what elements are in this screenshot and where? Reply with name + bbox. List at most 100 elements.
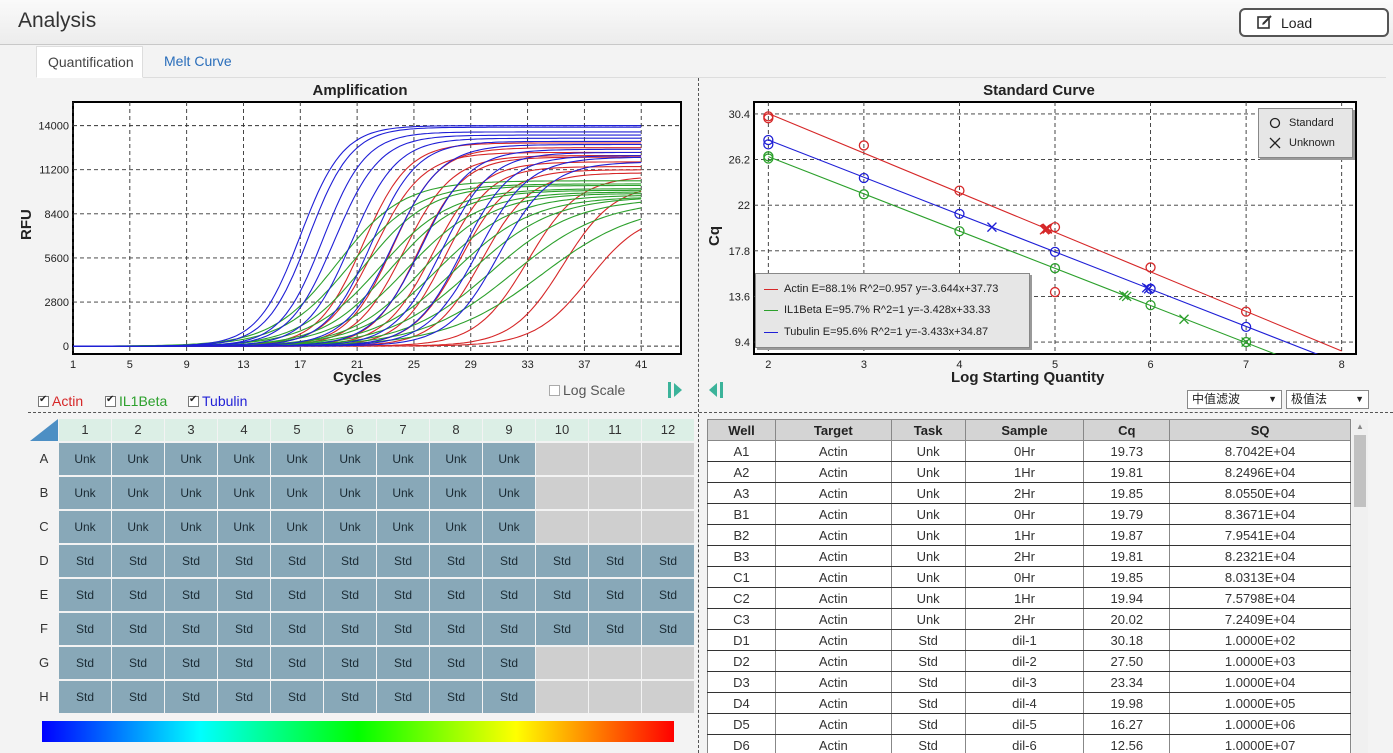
plate-well[interactable]: Std xyxy=(271,681,323,713)
table-row[interactable]: D4 Actin Std dil-4 19.98 1.0000E+05 xyxy=(707,692,1351,714)
plate-well[interactable]: Unk xyxy=(483,477,535,509)
plate-well[interactable]: Unk xyxy=(430,511,482,543)
plate-column-header[interactable]: 4 xyxy=(218,419,270,441)
plate-row-header[interactable]: E xyxy=(30,579,58,611)
actin-checkbox[interactable] xyxy=(38,394,49,407)
plate-column-header[interactable]: 10 xyxy=(536,419,588,441)
col-header-sample[interactable]: Sample xyxy=(964,419,1085,441)
plate-well[interactable] xyxy=(589,681,641,713)
method-select[interactable]: 极值法 ▼ xyxy=(1286,390,1369,409)
plate-well[interactable]: Std xyxy=(112,681,164,713)
plate-well[interactable]: Unk xyxy=(218,511,270,543)
plate-well[interactable]: Std xyxy=(324,681,376,713)
col-header-sq[interactable]: SQ xyxy=(1169,419,1351,441)
plate-row-header[interactable]: C xyxy=(30,511,58,543)
table-row[interactable]: D1 Actin Std dil-1 30.18 1.0000E+02 xyxy=(707,629,1351,651)
plate-well[interactable]: Unk xyxy=(165,511,217,543)
results-scrollbar[interactable]: ▲ xyxy=(1352,419,1368,753)
plate-well[interactable]: Std xyxy=(165,579,217,611)
plate-well[interactable]: Std xyxy=(483,681,535,713)
plate-well[interactable]: Unk xyxy=(324,477,376,509)
plate-row-header[interactable]: D xyxy=(30,545,58,577)
plate-well[interactable]: Std xyxy=(165,613,217,645)
col-header-cq[interactable]: Cq xyxy=(1083,419,1171,441)
col-header-well[interactable]: Well xyxy=(707,419,776,441)
plate-well[interactable]: Std xyxy=(112,647,164,679)
plate-well[interactable]: Std xyxy=(59,545,111,577)
plate-well[interactable]: Unk xyxy=(59,511,111,543)
plate-well[interactable]: Unk xyxy=(59,443,111,475)
table-row[interactable]: B2 Actin Unk 1Hr 19.87 7.9541E+04 xyxy=(707,524,1351,546)
plate-well[interactable]: Std xyxy=(271,579,323,611)
plate-well[interactable]: Std xyxy=(324,545,376,577)
plate-well[interactable]: Unk xyxy=(324,443,376,475)
table-row[interactable]: A3 Actin Unk 2Hr 19.85 8.0550E+04 xyxy=(707,482,1351,504)
plate-well[interactable] xyxy=(536,647,588,679)
plate-well[interactable]: Std xyxy=(377,681,429,713)
plate-well[interactable] xyxy=(589,647,641,679)
plate-well[interactable]: Std xyxy=(377,613,429,645)
plate-well[interactable]: Std xyxy=(112,579,164,611)
table-row[interactable]: A2 Actin Unk 1Hr 19.81 8.2496E+04 xyxy=(707,461,1351,483)
plate-column-header[interactable]: 12 xyxy=(642,419,694,441)
plate-well[interactable]: Unk xyxy=(112,511,164,543)
plate-well[interactable]: Std xyxy=(218,613,270,645)
plate-column-header[interactable]: 2 xyxy=(112,419,164,441)
plate-well[interactable]: Unk xyxy=(165,443,217,475)
table-row[interactable]: C1 Actin Unk 0Hr 19.85 8.0313E+04 xyxy=(707,566,1351,588)
table-row[interactable]: D5 Actin Std dil-5 16.27 1.0000E+06 xyxy=(707,713,1351,735)
table-row[interactable]: D2 Actin Std dil-2 27.50 1.0000E+03 xyxy=(707,650,1351,672)
plate-well[interactable] xyxy=(536,681,588,713)
table-row[interactable]: D3 Actin Std dil-3 23.34 1.0000E+04 xyxy=(707,671,1351,693)
col-header-task[interactable]: Task xyxy=(890,419,966,441)
plate-column-header[interactable]: 6 xyxy=(324,419,376,441)
plate-well[interactable]: Std xyxy=(165,545,217,577)
plate-well[interactable]: Std xyxy=(271,613,323,645)
plate-well[interactable]: Std xyxy=(218,545,270,577)
plate-well[interactable]: Std xyxy=(642,613,694,645)
plate-well[interactable]: Std xyxy=(218,681,270,713)
plate-row-header[interactable]: F xyxy=(30,613,58,645)
plate-row-header[interactable]: B xyxy=(30,477,58,509)
plate-well[interactable]: Unk xyxy=(430,443,482,475)
plate-column-header[interactable]: 11 xyxy=(589,419,641,441)
plate-well[interactable]: Std xyxy=(59,681,111,713)
plate-well[interactable]: Std xyxy=(165,681,217,713)
tubulin-checkbox[interactable] xyxy=(188,394,199,407)
table-row[interactable]: D6 Actin Std dil-6 12.56 1.0000E+07 xyxy=(707,734,1351,753)
plate-well[interactable]: Std xyxy=(642,579,694,611)
plate-well[interactable]: Std xyxy=(218,647,270,679)
log-scale-checkbox[interactable] xyxy=(549,384,560,396)
table-row[interactable]: B1 Actin Unk 0Hr 19.79 8.3671E+04 xyxy=(707,503,1351,525)
plate-well[interactable]: Unk xyxy=(218,477,270,509)
plate-well[interactable]: Std xyxy=(59,647,111,679)
plate-well[interactable] xyxy=(642,511,694,543)
col-header-target[interactable]: Target xyxy=(774,419,892,441)
plate-well[interactable]: Std xyxy=(536,579,588,611)
plate-well[interactable]: Std xyxy=(377,545,429,577)
filter-actin[interactable]: Actin xyxy=(38,393,83,409)
plate-well[interactable]: Unk xyxy=(59,477,111,509)
plate-well[interactable]: Std xyxy=(483,647,535,679)
plate-well[interactable]: Std xyxy=(483,613,535,645)
table-row[interactable]: C3 Actin Unk 2Hr 20.02 7.2409E+04 xyxy=(707,608,1351,630)
scroll-up-icon[interactable]: ▲ xyxy=(1356,422,1364,431)
plate-well[interactable] xyxy=(536,511,588,543)
table-row[interactable]: C2 Actin Unk 1Hr 19.94 7.5798E+04 xyxy=(707,587,1351,609)
plate-well[interactable]: Unk xyxy=(165,477,217,509)
plate-well[interactable]: Unk xyxy=(271,477,323,509)
expand-right-icon[interactable] xyxy=(667,380,685,400)
plate-well[interactable]: Unk xyxy=(377,511,429,543)
plate-well[interactable]: Unk xyxy=(377,477,429,509)
plate-well[interactable] xyxy=(642,681,694,713)
plate-well[interactable]: Std xyxy=(430,681,482,713)
plate-well[interactable]: Unk xyxy=(271,443,323,475)
plate-row-header[interactable]: A xyxy=(30,443,58,475)
plate-well[interactable]: Std xyxy=(271,647,323,679)
scroll-thumb[interactable] xyxy=(1354,435,1366,507)
plate-column-header[interactable]: 8 xyxy=(430,419,482,441)
plate-well[interactable]: Unk xyxy=(483,511,535,543)
plate-well[interactable] xyxy=(536,477,588,509)
plate-well[interactable] xyxy=(642,647,694,679)
plate-well[interactable]: Std xyxy=(59,613,111,645)
